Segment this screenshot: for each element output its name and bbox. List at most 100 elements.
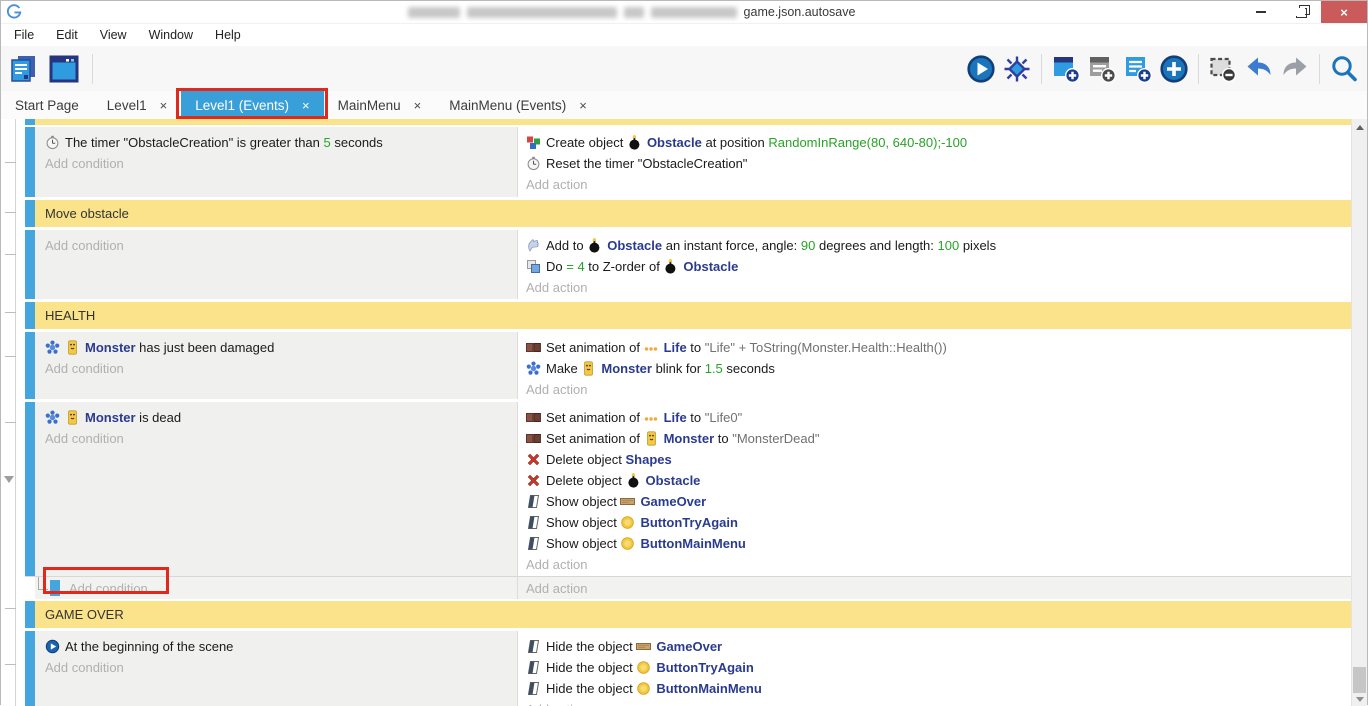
toolbar-separator	[1319, 54, 1320, 84]
menu-file[interactable]: File	[3, 28, 45, 42]
tab-close-icon[interactable]: ×	[414, 98, 422, 113]
comment-text[interactable]: Move obstacle	[35, 200, 1367, 227]
event-bar[interactable]	[25, 302, 35, 329]
close-button[interactable]: ×	[1321, 1, 1367, 23]
action-hide-gameover[interactable]: Hide the object GameOver	[526, 636, 1367, 657]
action-create-object[interactable]: Create object Obstacle at position Rando…	[526, 132, 1367, 153]
add-condition-link[interactable]: Add condition	[45, 657, 517, 678]
condition-monster-damaged[interactable]: Monster has just been damaged	[45, 337, 517, 358]
tab-mainmenu-events[interactable]: MainMenu (Events) ×	[435, 91, 601, 119]
event-bar[interactable]	[25, 200, 35, 227]
menu-edit[interactable]: Edit	[45, 28, 89, 42]
action-hide-buttontryagain[interactable]: Hide the object ButtonTryAgain	[526, 657, 1367, 678]
scroll-down-arrow-icon[interactable]	[1356, 697, 1364, 702]
monster-icon	[65, 410, 80, 425]
events-sheet: The timer "ObstacleCreation" is greater …	[1, 119, 1367, 706]
action-set-animation-monsterdead[interactable]: Set animation of Monster to "MonsterDead…	[526, 428, 1367, 449]
action-reset-timer[interactable]: Reset the timer "ObstacleCreation"	[526, 153, 1367, 174]
add-condition-link[interactable]: Add condition	[45, 235, 517, 256]
tab-close-icon[interactable]: ×	[302, 98, 310, 113]
action-show-gameover[interactable]: Show object GameOver	[526, 491, 1367, 512]
title-bar: game.json.autosave ×	[1, 1, 1367, 23]
window-controls: ×	[1241, 1, 1367, 23]
add-condition-link[interactable]: Add condition	[69, 581, 148, 596]
event-bar[interactable]	[25, 127, 35, 197]
event-bar[interactable]	[25, 631, 35, 706]
action-make-blink[interactable]: Make Monster blink for 1.5 seconds	[526, 358, 1367, 379]
condition-monster-dead[interactable]: Monster is dead	[45, 407, 517, 428]
add-condition-link[interactable]: Add condition	[45, 358, 517, 379]
tab-start-page[interactable]: Start Page	[1, 91, 93, 119]
action-add-force[interactable]: Add to Obstacle an instant force, angle:…	[526, 235, 1367, 256]
event-collapse-tick[interactable]	[5, 212, 16, 213]
event-collapse-tick[interactable]	[5, 422, 16, 423]
action-z-order[interactable]: Do = 4 to Z-order of Obstacle	[526, 256, 1367, 277]
event-collapse-tick[interactable]	[5, 664, 16, 665]
action-show-buttontryagain[interactable]: Show object ButtonTryAgain	[526, 512, 1367, 533]
vertical-scrollbar[interactable]	[1351, 119, 1367, 706]
event-collapse-tick[interactable]	[5, 312, 16, 313]
project-manager-button[interactable]	[7, 52, 41, 86]
sub-event-bar[interactable]	[50, 580, 60, 596]
menu-window[interactable]: Window	[138, 28, 204, 42]
action-hide-buttonmainmenu[interactable]: Hide the object ButtonMainMenu	[526, 678, 1367, 699]
add-condition-link[interactable]: Add condition	[45, 428, 517, 449]
event-obstacle-timer: The timer "ObstacleCreation" is greater …	[25, 127, 1367, 197]
minimize-button[interactable]	[1241, 1, 1281, 23]
add-event-button[interactable]	[1049, 52, 1083, 86]
condition-scene-begin[interactable]: At the beginning of the scene	[45, 636, 517, 657]
show-object-icon	[526, 536, 541, 551]
event-bar[interactable]	[25, 332, 35, 399]
action-set-animation-life[interactable]: Set animation of Life to "Life" + ToStri…	[526, 337, 1367, 358]
event-collapse-tick[interactable]	[5, 608, 16, 609]
add-sub-event-button[interactable]	[1085, 52, 1119, 86]
event-collapse-tick[interactable]	[5, 356, 16, 357]
delete-selection-button[interactable]	[1206, 52, 1240, 86]
preview-button[interactable]	[964, 52, 998, 86]
menu-view[interactable]: View	[89, 28, 138, 42]
event-collapse-tick[interactable]	[5, 254, 16, 255]
hide-object-icon	[526, 681, 541, 696]
action-delete-shapes[interactable]: Delete object Shapes	[526, 449, 1367, 470]
window-title: game.json.autosave	[22, 5, 1241, 19]
add-action-link[interactable]: Add action	[526, 379, 1367, 400]
action-set-animation-life0[interactable]: Set animation of Life to "Life0"	[526, 407, 1367, 428]
tab-level1-events[interactable]: Level1 (Events) ×	[181, 91, 323, 119]
action-show-buttonmainmenu[interactable]: Show object ButtonMainMenu	[526, 533, 1367, 554]
tab-label: Level1	[107, 98, 147, 113]
add-action-link[interactable]: Add action	[526, 581, 587, 596]
add-comment-button[interactable]	[1121, 52, 1155, 86]
restore-icon	[1296, 8, 1307, 18]
restore-button[interactable]	[1281, 1, 1321, 23]
condition-timer[interactable]: The timer "ObstacleCreation" is greater …	[45, 132, 517, 153]
search-button[interactable]	[1327, 52, 1361, 86]
tab-close-icon[interactable]: ×	[160, 98, 168, 113]
menu-help[interactable]: Help	[204, 28, 252, 42]
event-collapse-tick[interactable]	[5, 162, 16, 163]
add-action-link[interactable]: Add action	[526, 174, 1367, 195]
tab-close-icon[interactable]: ×	[579, 98, 587, 113]
event-bar[interactable]	[25, 230, 35, 299]
gdevelop-logo-icon	[6, 4, 22, 20]
event-bar[interactable]	[25, 402, 35, 576]
tab-level1[interactable]: Level1 ×	[93, 91, 181, 119]
undo-button[interactable]	[1242, 52, 1276, 86]
condition-text: The timer "ObstacleCreation" is greater …	[65, 135, 324, 150]
tab-mainmenu[interactable]: MainMenu ×	[324, 91, 436, 119]
add-action-link[interactable]: Add action	[526, 277, 1367, 298]
event-bar[interactable]	[25, 601, 35, 628]
scrollbar-thumb[interactable]	[1353, 667, 1366, 693]
open-scene-button[interactable]	[47, 52, 81, 86]
add-action-link[interactable]: Add action	[526, 554, 1367, 575]
add-other-event-button[interactable]	[1157, 52, 1191, 86]
comment-text[interactable]: GAME OVER	[35, 601, 1367, 628]
animation-icon	[526, 410, 541, 425]
redo-button[interactable]	[1278, 52, 1312, 86]
debug-button[interactable]	[1000, 52, 1034, 86]
action-delete-obstacle[interactable]: Delete object Obstacle	[526, 470, 1367, 491]
scroll-up-arrow-icon[interactable]	[1356, 125, 1364, 130]
add-condition-link[interactable]: Add condition	[45, 153, 517, 174]
comment-text[interactable]: HEALTH	[35, 302, 1367, 329]
event-move-obstacle: Add condition Add to Obstacle an instant…	[25, 230, 1367, 299]
hide-object-icon	[526, 639, 541, 654]
